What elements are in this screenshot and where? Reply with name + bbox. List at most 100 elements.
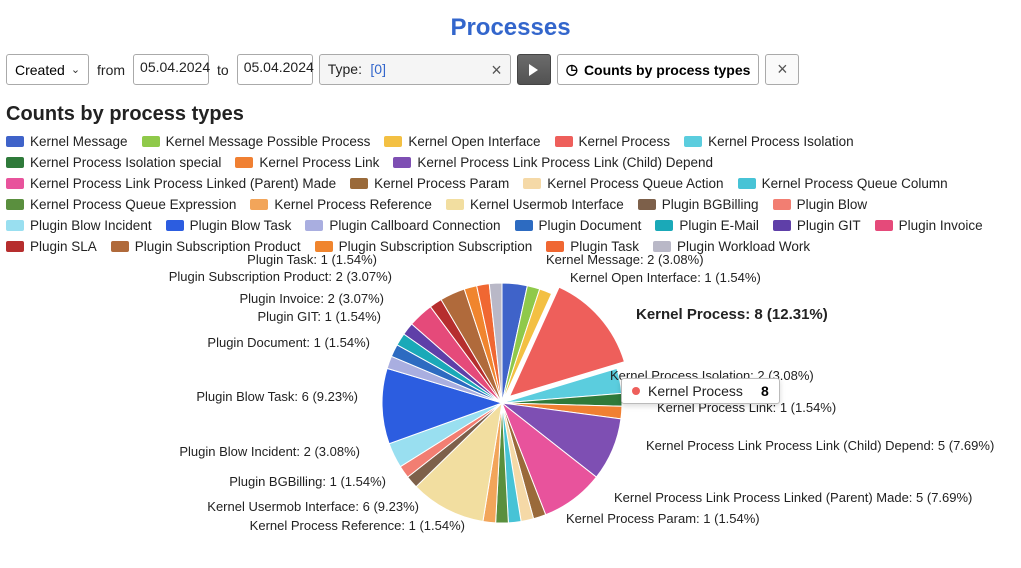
legend-item[interactable]: Plugin Blow bbox=[773, 195, 868, 214]
toolbar: Created ⌄ from 05.04.2024 to 05.04.2024 … bbox=[0, 50, 1021, 89]
legend-label: Plugin Blow Task bbox=[190, 218, 292, 233]
legend-label: Plugin Callboard Connection bbox=[329, 218, 500, 233]
slice-label: Kernel Open Interface: 1 (1.54%) bbox=[570, 270, 761, 285]
legend-item[interactable]: Kernel Open Interface bbox=[384, 132, 540, 151]
legend-label: Kernel Process Param bbox=[374, 176, 509, 191]
legend-label: Kernel Process bbox=[579, 134, 671, 149]
report-subtitle: Counts by process types bbox=[0, 89, 1021, 132]
legend-item[interactable]: Plugin Blow Incident bbox=[6, 216, 152, 235]
report-chip[interactable]: ◷ Counts by process types bbox=[557, 54, 760, 85]
slice-label: Plugin Invoice: 2 (3.07%) bbox=[239, 291, 384, 306]
legend-item[interactable]: Kernel Process Isolation special bbox=[6, 153, 221, 172]
legend-label: Plugin SLA bbox=[30, 239, 97, 254]
legend-item[interactable]: Kernel Message Possible Process bbox=[142, 132, 371, 151]
report-chip-label: Counts by process types bbox=[584, 62, 751, 78]
legend-swatch-icon bbox=[738, 178, 756, 189]
legend-swatch-icon bbox=[773, 220, 791, 231]
legend-swatch-icon bbox=[6, 157, 24, 168]
mode-label: Created bbox=[15, 62, 65, 78]
legend-swatch-icon bbox=[6, 220, 24, 231]
legend-label: Kernel Process Queue Column bbox=[762, 176, 948, 191]
legend-item[interactable]: Plugin Document bbox=[515, 216, 642, 235]
legend-label: Kernel Process Isolation special bbox=[30, 155, 221, 170]
legend-item[interactable]: Plugin Callboard Connection bbox=[305, 216, 500, 235]
mode-dropdown[interactable]: Created ⌄ bbox=[6, 54, 89, 85]
legend-item[interactable]: Kernel Process Queue Action bbox=[523, 174, 723, 193]
slice-label: Plugin BGBilling: 1 (1.54%) bbox=[229, 474, 386, 489]
legend-label: Plugin Blow Incident bbox=[30, 218, 152, 233]
legend-label: Kernel Message bbox=[30, 134, 128, 149]
legend-swatch-icon bbox=[446, 199, 464, 210]
legend-label: Kernel Process Isolation bbox=[708, 134, 854, 149]
legend-swatch-icon bbox=[523, 178, 541, 189]
to-date-input[interactable]: 05.04.2024 bbox=[237, 54, 313, 85]
legend-swatch-icon bbox=[684, 136, 702, 147]
legend-swatch-icon bbox=[638, 199, 656, 210]
legend-item[interactable]: Plugin Blow Task bbox=[166, 216, 292, 235]
legend-item[interactable]: Plugin SLA bbox=[6, 237, 97, 256]
legend-item[interactable]: Kernel Message bbox=[6, 132, 128, 151]
legend-swatch-icon bbox=[235, 157, 253, 168]
legend-swatch-icon bbox=[6, 241, 24, 252]
legend-swatch-icon bbox=[393, 157, 411, 168]
legend-item[interactable]: Plugin GIT bbox=[773, 216, 861, 235]
chevron-down-icon: ⌄ bbox=[71, 63, 80, 76]
legend-item[interactable]: Kernel Process Link bbox=[235, 153, 379, 172]
legend-item[interactable]: Kernel Process bbox=[555, 132, 671, 151]
legend-swatch-icon bbox=[142, 136, 160, 147]
legend-swatch-icon bbox=[555, 136, 573, 147]
legend-swatch-icon bbox=[546, 241, 564, 252]
legend-swatch-icon bbox=[6, 136, 24, 147]
legend-label: Plugin E-Mail bbox=[679, 218, 759, 233]
close-icon: × bbox=[777, 59, 788, 80]
page-title: Processes bbox=[0, 0, 1021, 50]
slice-label: Kernel Process Reference: 1 (1.54%) bbox=[250, 518, 465, 533]
legend-label: Kernel Process Queue Action bbox=[547, 176, 723, 191]
legend-item[interactable]: Kernel Process Link Process Linked (Pare… bbox=[6, 174, 336, 193]
type-label: Type: bbox=[328, 61, 362, 77]
tooltip: Kernel Process 8 bbox=[621, 378, 780, 404]
close-button[interactable]: × bbox=[765, 54, 799, 85]
slice-label: Kernel Message: 2 (3.08%) bbox=[546, 252, 704, 267]
legend-label: Plugin Blow bbox=[797, 197, 868, 212]
legend-label: Plugin Invoice bbox=[899, 218, 983, 233]
legend-swatch-icon bbox=[6, 178, 24, 189]
legend-item[interactable]: Plugin E-Mail bbox=[655, 216, 759, 235]
slice-label: Kernel Process Link Process Linked (Pare… bbox=[614, 490, 972, 505]
legend-label: Kernel Process Queue Expression bbox=[30, 197, 236, 212]
legend-label: Kernel Process Link bbox=[259, 155, 379, 170]
legend-item[interactable]: Plugin BGBilling bbox=[638, 195, 759, 214]
run-button[interactable] bbox=[517, 54, 551, 85]
slice-label: Kernel Process: 8 (12.31%) bbox=[636, 306, 828, 323]
slice-label: Plugin Subscription Product: 2 (3.07%) bbox=[169, 269, 392, 284]
legend-swatch-icon bbox=[875, 220, 893, 231]
legend-item[interactable]: Kernel Process Queue Column bbox=[738, 174, 948, 193]
legend-swatch-icon bbox=[653, 241, 671, 252]
legend-swatch-icon bbox=[384, 136, 402, 147]
legend-item[interactable]: Kernel Process Isolation bbox=[684, 132, 854, 151]
legend-item[interactable]: Kernel Process Queue Expression bbox=[6, 195, 236, 214]
legend-swatch-icon bbox=[350, 178, 368, 189]
slice-label: Plugin Blow Task: 6 (9.23%) bbox=[196, 389, 358, 404]
clear-type-icon[interactable]: × bbox=[491, 61, 502, 79]
legend-item[interactable]: Kernel Process Reference bbox=[250, 195, 432, 214]
legend-label: Kernel Process Reference bbox=[274, 197, 432, 212]
legend-swatch-icon bbox=[655, 220, 673, 231]
slice-label: Plugin Task: 1 (1.54%) bbox=[247, 252, 377, 267]
slice-label: Plugin Blow Incident: 2 (3.08%) bbox=[179, 444, 360, 459]
pie-chart[interactable] bbox=[375, 276, 629, 530]
slice-label: Kernel Usermob Interface: 6 (9.23%) bbox=[207, 499, 419, 514]
from-label: from bbox=[95, 62, 127, 78]
legend-item[interactable]: Plugin Invoice bbox=[875, 216, 983, 235]
legend-label: Kernel Open Interface bbox=[408, 134, 540, 149]
legend-item[interactable]: Kernel Process Link Process Link (Child)… bbox=[393, 153, 713, 172]
from-date-input[interactable]: 05.04.2024 bbox=[133, 54, 209, 85]
legend-item[interactable]: Kernel Usermob Interface bbox=[446, 195, 624, 214]
legend-label: Kernel Message Possible Process bbox=[166, 134, 371, 149]
legend-swatch-icon bbox=[166, 220, 184, 231]
legend-swatch-icon bbox=[111, 241, 129, 252]
legend-item[interactable]: Kernel Process Param bbox=[350, 174, 509, 193]
type-selector[interactable]: Type: [0] × bbox=[319, 54, 511, 85]
slice-label: Plugin Document: 1 (1.54%) bbox=[207, 335, 370, 350]
legend-label: Plugin Document bbox=[539, 218, 642, 233]
